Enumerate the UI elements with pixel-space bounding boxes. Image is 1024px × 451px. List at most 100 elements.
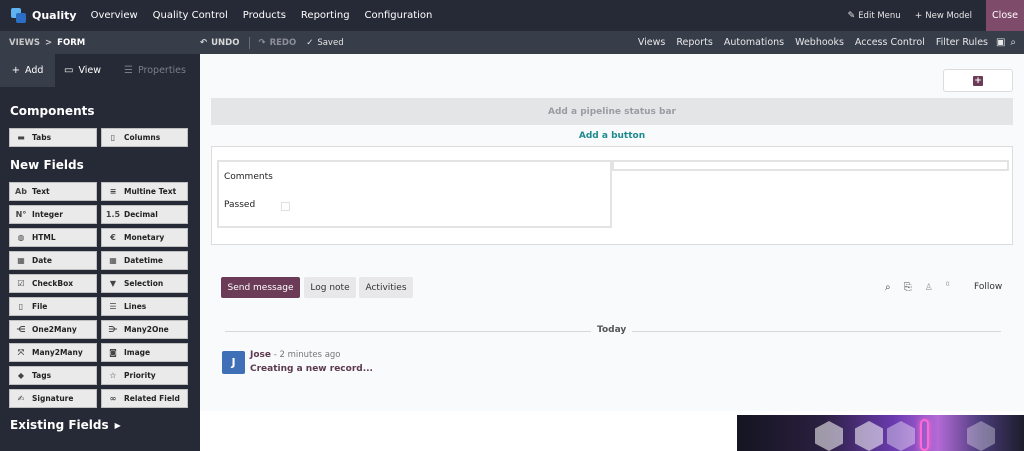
field-signature[interactable]: ✍ Signature	[9, 389, 97, 408]
new-model-label: New Model	[925, 10, 972, 21]
menu-item-quality-control[interactable]: Quality Control	[153, 10, 228, 21]
redo-button[interactable]: ↷ REDO	[258, 38, 296, 48]
add-button-link[interactable]: Add a button	[211, 131, 1013, 141]
lines-icon: ☰	[109, 302, 117, 311]
field-group-right[interactable]	[612, 160, 1009, 171]
field-label: Signature	[32, 394, 74, 403]
field-priority[interactable]: ☆ Priority	[101, 366, 188, 385]
followers-button[interactable]: ♙ 0	[925, 281, 950, 293]
app-name[interactable]: Quality	[32, 9, 77, 22]
field-integer[interactable]: N° Integer	[9, 205, 97, 224]
menu-item-reporting[interactable]: Reporting	[301, 10, 350, 21]
field-label: CheckBox	[32, 279, 74, 288]
field-passed-label[interactable]: Passed	[224, 200, 255, 210]
sliders-icon: ☰	[124, 65, 133, 76]
tab-properties[interactable]: ☰ Properties	[110, 54, 200, 87]
nav-access-control[interactable]: Access Control	[855, 37, 925, 48]
menu-item-configuration[interactable]: Configuration	[365, 10, 433, 21]
passed-checkbox[interactable]	[281, 202, 290, 211]
undo-button[interactable]: ↶ UNDO	[200, 38, 239, 48]
breadcrumb-form: FORM	[57, 37, 86, 48]
field-one2many[interactable]: ⋲ One2Many	[9, 320, 97, 339]
form-editor: + Add a pipeline status bar Add a button…	[200, 54, 1024, 451]
components-list: ▬ Tabs ▯ Columns	[9, 128, 188, 147]
nav-webhooks[interactable]: Webhooks	[795, 37, 844, 48]
close-button[interactable]: Close	[986, 0, 1024, 31]
nav-reports[interactable]: Reports	[676, 37, 712, 48]
nav-filter-rules[interactable]: Filter Rules	[936, 37, 988, 48]
field-selection[interactable]: ▼ Selection	[101, 274, 188, 293]
field-tags[interactable]: ◆ Tags	[9, 366, 97, 385]
paperclip-icon[interactable]: ⎘	[904, 282, 912, 293]
add-pipeline-status-bar[interactable]: Add a pipeline status bar	[211, 98, 1013, 125]
hexagon-decoration	[815, 421, 843, 451]
field-text[interactable]: Ab Text	[9, 182, 97, 201]
component-tabs[interactable]: ▬ Tabs	[9, 128, 97, 147]
nav-automations[interactable]: Automations	[724, 37, 784, 48]
field-image[interactable]: ◙ Image	[101, 343, 188, 362]
activities-button[interactable]: Activities	[359, 277, 413, 298]
log-note-button[interactable]: Log note	[304, 277, 356, 298]
avatar[interactable]: J	[222, 351, 245, 374]
calendar-icon: ▦	[17, 256, 25, 265]
plus-square-icon: +	[973, 75, 983, 86]
field-label: Selection	[124, 279, 164, 288]
breadcrumb-separator-icon: >	[45, 37, 53, 48]
many2many-icon: ⤧	[17, 347, 25, 357]
field-lines[interactable]: ☰ Lines	[101, 297, 188, 316]
component-columns[interactable]: ▯ Columns	[101, 128, 188, 147]
sidebar-tabs: + Add ▭ View ☰ Properties	[0, 54, 200, 87]
field-many2one[interactable]: ⋺ Many2One	[101, 320, 188, 339]
field-label: Decimal	[124, 210, 158, 219]
field-file[interactable]: ▯ File	[9, 297, 97, 316]
studio-toolbar: VIEWS > FORM ↶ UNDO ↷ REDO ✓ Saved Views…	[0, 31, 1024, 54]
breadcrumb: VIEWS > FORM	[0, 38, 200, 48]
date-separator: Today	[591, 325, 633, 335]
tab-view[interactable]: ▭ View	[55, 54, 110, 87]
field-html[interactable]: ◍ HTML	[9, 228, 97, 247]
id-card-icon[interactable]: ▣	[996, 37, 1005, 48]
studio-sidebar: + Add ▭ View ☰ Properties Components ▬ Ta…	[0, 54, 200, 451]
field-related-field[interactable]: ∞ Related Field	[101, 389, 188, 408]
nav-views[interactable]: Views	[638, 37, 666, 48]
edit-menu-link[interactable]: ✎ Edit Menu	[848, 11, 901, 21]
background-photo	[737, 415, 1024, 451]
message-author[interactable]: Jose	[250, 350, 271, 360]
field-monetary[interactable]: € Monetary	[101, 228, 188, 247]
tag-icon: ◆	[17, 371, 25, 380]
field-datetime[interactable]: ▦ Datetime	[101, 251, 188, 270]
existing-fields-toggle[interactable]: Existing Fields ▶	[0, 418, 121, 432]
multiline-icon: ≡	[109, 187, 117, 196]
toolbar-divider	[249, 36, 251, 49]
field-date[interactable]: ▦ Date	[9, 251, 97, 270]
top-menu: Overview Quality Control Products Report…	[91, 10, 448, 21]
field-decimal[interactable]: 1.5 Decimal	[101, 205, 188, 224]
menu-item-overview[interactable]: Overview	[91, 10, 138, 21]
new-model-link[interactable]: + New Model	[915, 11, 972, 21]
hexagon-decoration	[855, 421, 883, 451]
field-label: Related Field	[124, 394, 180, 403]
field-comments-label[interactable]: Comments	[224, 172, 273, 182]
send-message-button[interactable]: Send message	[221, 277, 300, 298]
tab-properties-label: Properties	[137, 65, 186, 76]
link-icon: ∞	[109, 394, 117, 403]
columns-icon: ▯	[110, 133, 116, 142]
app-logo[interactable]: Quality	[0, 0, 91, 31]
search-icon[interactable]: ⌕	[1010, 37, 1016, 48]
search-icon[interactable]: ⌕	[885, 282, 891, 293]
tab-add[interactable]: + Add	[0, 54, 55, 87]
one2many-icon: ⋲	[16, 325, 26, 334]
field-multiline-text[interactable]: ≡ Multine Text	[101, 182, 188, 201]
message-body: Creating a new record...	[250, 364, 373, 374]
field-group-left[interactable]: Comments Passed	[217, 160, 612, 228]
add-smart-button[interactable]: +	[943, 69, 1013, 92]
chatter-toolbar: Send message Log note Activities ⌕ ⎘ ♙ 0 …	[211, 275, 1013, 302]
field-checkbox[interactable]: ☑ CheckBox	[9, 274, 97, 293]
breadcrumb-views[interactable]: VIEWS	[9, 38, 40, 48]
signature-icon: ✍	[17, 394, 25, 403]
existing-fields-heading: Existing Fields	[10, 418, 109, 432]
follow-button[interactable]: Follow	[974, 282, 1002, 292]
field-many2many[interactable]: ⤧ Many2Many	[9, 343, 97, 362]
menu-item-products[interactable]: Products	[243, 10, 286, 21]
caret-right-icon: ▶	[114, 420, 121, 430]
